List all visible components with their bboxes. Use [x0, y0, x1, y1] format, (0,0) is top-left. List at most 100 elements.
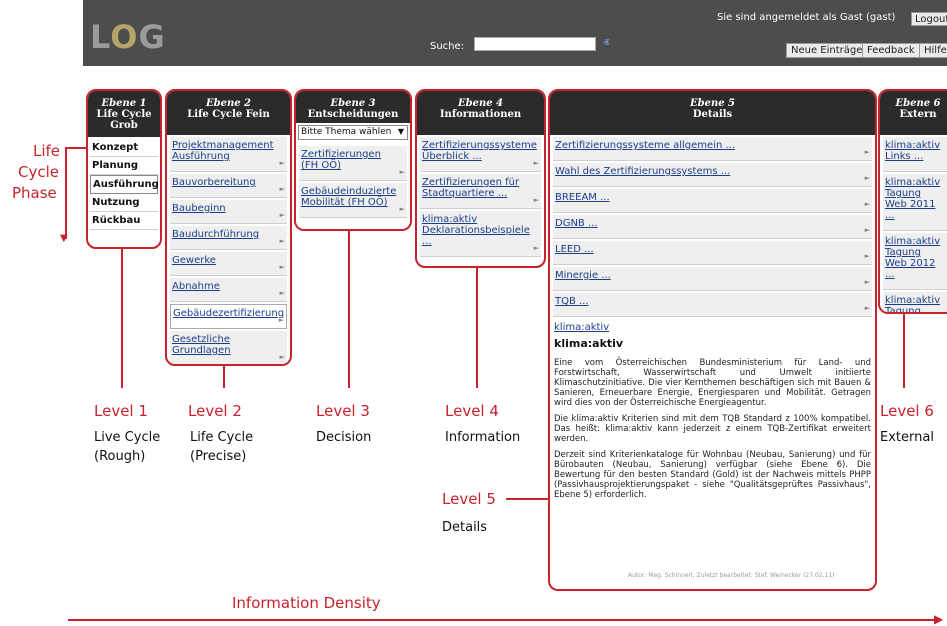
detail-heading: klima:aktiv: [554, 337, 624, 350]
density-arrow-line: [68, 619, 940, 621]
column-title: Informationen: [439, 109, 522, 120]
login-status: Sie sind angemeldet als Gast (gast): [717, 12, 896, 23]
level1-sub: Live Cycle (Rough): [94, 428, 160, 466]
level6-label: Level 6: [880, 402, 934, 420]
entry-label: Baubeginn: [172, 203, 226, 214]
entry-label: Gesetzliche Grundlagen: [172, 334, 231, 356]
more-icon: ►: [278, 316, 284, 324]
entry-label: Gebäudeinduzierte Mobilität (FH OÖ): [301, 186, 397, 208]
column-title: Life Cycle Grob: [96, 109, 152, 131]
entry-label: klima:aktiv Tagung Web 2012 ...: [885, 236, 941, 280]
level5-connector: [506, 498, 548, 500]
list-item[interactable]: Abnahme ►: [170, 278, 287, 302]
column-header: Ebene 3 Entscheidungen: [296, 91, 410, 123]
list-item[interactable]: BREEAM ... ►: [553, 189, 872, 213]
list-item[interactable]: Zertifizierungssysteme allgemein ... ►: [553, 137, 872, 161]
list-item[interactable]: Gewerke ►: [170, 252, 287, 276]
level1-label: Level 1: [94, 402, 148, 420]
level-sub-line: Information: [445, 430, 521, 445]
list-item[interactable]: Zertifizierungen für Stadtquartiere ... ►: [420, 174, 541, 209]
phase-planung[interactable]: Planung: [90, 157, 158, 175]
level2-label: Level 2: [188, 402, 242, 420]
phase-connector: [65, 147, 86, 149]
entry-label: DGNB ...: [555, 218, 598, 229]
entry-label: Zertifizierungssysteme Überblick ...: [422, 140, 537, 162]
list-item[interactable]: Wahl des Zertifizierungssystems ... ►: [553, 163, 872, 187]
more-icon: ►: [399, 168, 405, 176]
list-item[interactable]: Gesetzliche Grundlagen ►: [170, 331, 287, 364]
column-level-4: Ebene 4 Informationen Zertifizierungssys…: [415, 89, 546, 268]
entry-label: Projektmanagement Ausführung: [172, 140, 274, 162]
column-level-2: Ebene 2 Life Cycle Fein Projektmanagemen…: [165, 89, 292, 366]
entry-label: TQB ...: [555, 296, 589, 307]
column-level-1: Ebene 1 Life Cycle Grob Konzept Planung …: [86, 89, 162, 249]
column-header: Ebene 2 Life Cycle Fein: [167, 91, 290, 135]
level-sub-line: Life Cycle: [190, 430, 254, 445]
entry-label: klima:aktiv Links ...: [885, 140, 941, 162]
new-entries-button[interactable]: Neue Einträge: [786, 43, 868, 58]
column-header: Ebene 4 Informationen: [417, 91, 544, 135]
entry-label: BREEAM ...: [555, 192, 610, 203]
entry-label: LEED ...: [555, 244, 594, 255]
entry-label: klima:aktiv Tagung Web 2011 ...: [885, 177, 941, 221]
phase-ausfuehrung[interactable]: Ausführung: [90, 175, 159, 194]
detail-paragraph: Derzeit sind Kriterienkataloge für Wohnb…: [554, 450, 871, 500]
list-item[interactable]: klima:aktiv Tagung Web 2012 ...: [883, 233, 947, 290]
level6-connector: [903, 314, 905, 388]
list-item[interactable]: LEED ... ►: [553, 241, 872, 265]
list-item[interactable]: TQB ... ►: [553, 293, 872, 317]
help-button[interactable]: Hilfe: [919, 43, 947, 58]
more-icon: ►: [533, 196, 539, 204]
arrow-right-icon: ▶: [934, 612, 944, 626]
level4-connector: [476, 268, 478, 388]
phase-annotation-line2: Cycle: [18, 163, 59, 181]
phase-nutzung[interactable]: Nutzung: [90, 194, 158, 212]
topic-select[interactable]: Bitte Thema wählen ▼: [298, 125, 408, 140]
list-item[interactable]: klima:aktiv Tagung Web 2011 ...: [883, 174, 947, 231]
list-item[interactable]: Baubeginn ►: [170, 200, 287, 224]
entry-label: Zertifizierungen (FH OÖ): [301, 149, 381, 171]
more-icon: ►: [533, 244, 539, 252]
more-icon: ►: [279, 353, 285, 361]
column-level-6: Ebene 6 Extern klima:aktiv Links ... kli…: [878, 89, 947, 314]
list-item[interactable]: Baudurchführung ►: [170, 226, 287, 250]
entry-label: Abnahme: [172, 281, 220, 292]
list-item[interactable]: Bauvorbereitung ►: [170, 174, 287, 198]
list-item[interactable]: Projektmanagement Ausführung ►: [170, 137, 287, 172]
search-icon[interactable]: ⱏ: [603, 36, 609, 51]
column-header: Ebene 1 Life Cycle Grob: [88, 91, 160, 137]
list-item[interactable]: Gebäudeinduzierte Mobilität (FH OÖ) ►: [299, 183, 407, 218]
list-item[interactable]: Minergie ... ►: [553, 267, 872, 291]
column-level-label: Ebene 3: [330, 98, 376, 109]
column-level-3: Ebene 3 Entscheidungen Bitte Thema wähle…: [294, 89, 412, 231]
level-sub-line: Live Cycle: [94, 430, 161, 445]
more-icon: ►: [864, 278, 870, 286]
entry-label: Gebäudezertifizierung: [173, 308, 285, 319]
column-title: Life Cycle Fein: [187, 109, 270, 120]
list-item[interactable]: DGNB ... ►: [553, 215, 872, 239]
list-item[interactable]: Zertifizierungen (FH OÖ) ►: [299, 146, 407, 181]
level5-sub: Details: [442, 518, 487, 537]
logout-button[interactable]: Logout: [911, 12, 947, 26]
entry-label: Zertifizierungen für Stadtquartiere ...: [422, 177, 520, 199]
list-item[interactable]: klima:aktiv Deklarationsbeispiele ... ►: [420, 211, 541, 257]
list-item-selected[interactable]: Gebäudezertifizierung ►: [170, 304, 287, 329]
entry-label: Gewerke: [172, 255, 216, 266]
feedback-button[interactable]: Feedback: [862, 43, 920, 58]
detail-paragraph: Die klima:aktiv Kriterien sind mit dem T…: [554, 414, 871, 444]
level4-sub: Information: [445, 428, 520, 447]
column-level-label: Ebene 6: [895, 98, 941, 109]
list-item[interactable]: Zertifizierungssysteme Überblick ... ►: [420, 137, 541, 172]
list-item[interactable]: klima:aktiv Links ...: [883, 137, 947, 172]
list-item[interactable]: klima:aktiv Tagung 2013 ...: [883, 292, 947, 312]
column-title: Extern: [899, 109, 937, 120]
log-logo[interactable]: LOG: [90, 18, 166, 56]
search-input[interactable]: [474, 37, 596, 51]
phase-konzept[interactable]: Konzept: [90, 139, 158, 157]
phase-rueckbau[interactable]: Rückbau: [90, 212, 158, 230]
column-header: Ebene 6 Extern: [880, 91, 947, 135]
more-icon: ►: [399, 205, 405, 213]
level-sub-line: External: [880, 430, 934, 445]
detail-link[interactable]: klima:aktiv: [550, 319, 875, 333]
level-sub-line: Details: [442, 520, 488, 535]
